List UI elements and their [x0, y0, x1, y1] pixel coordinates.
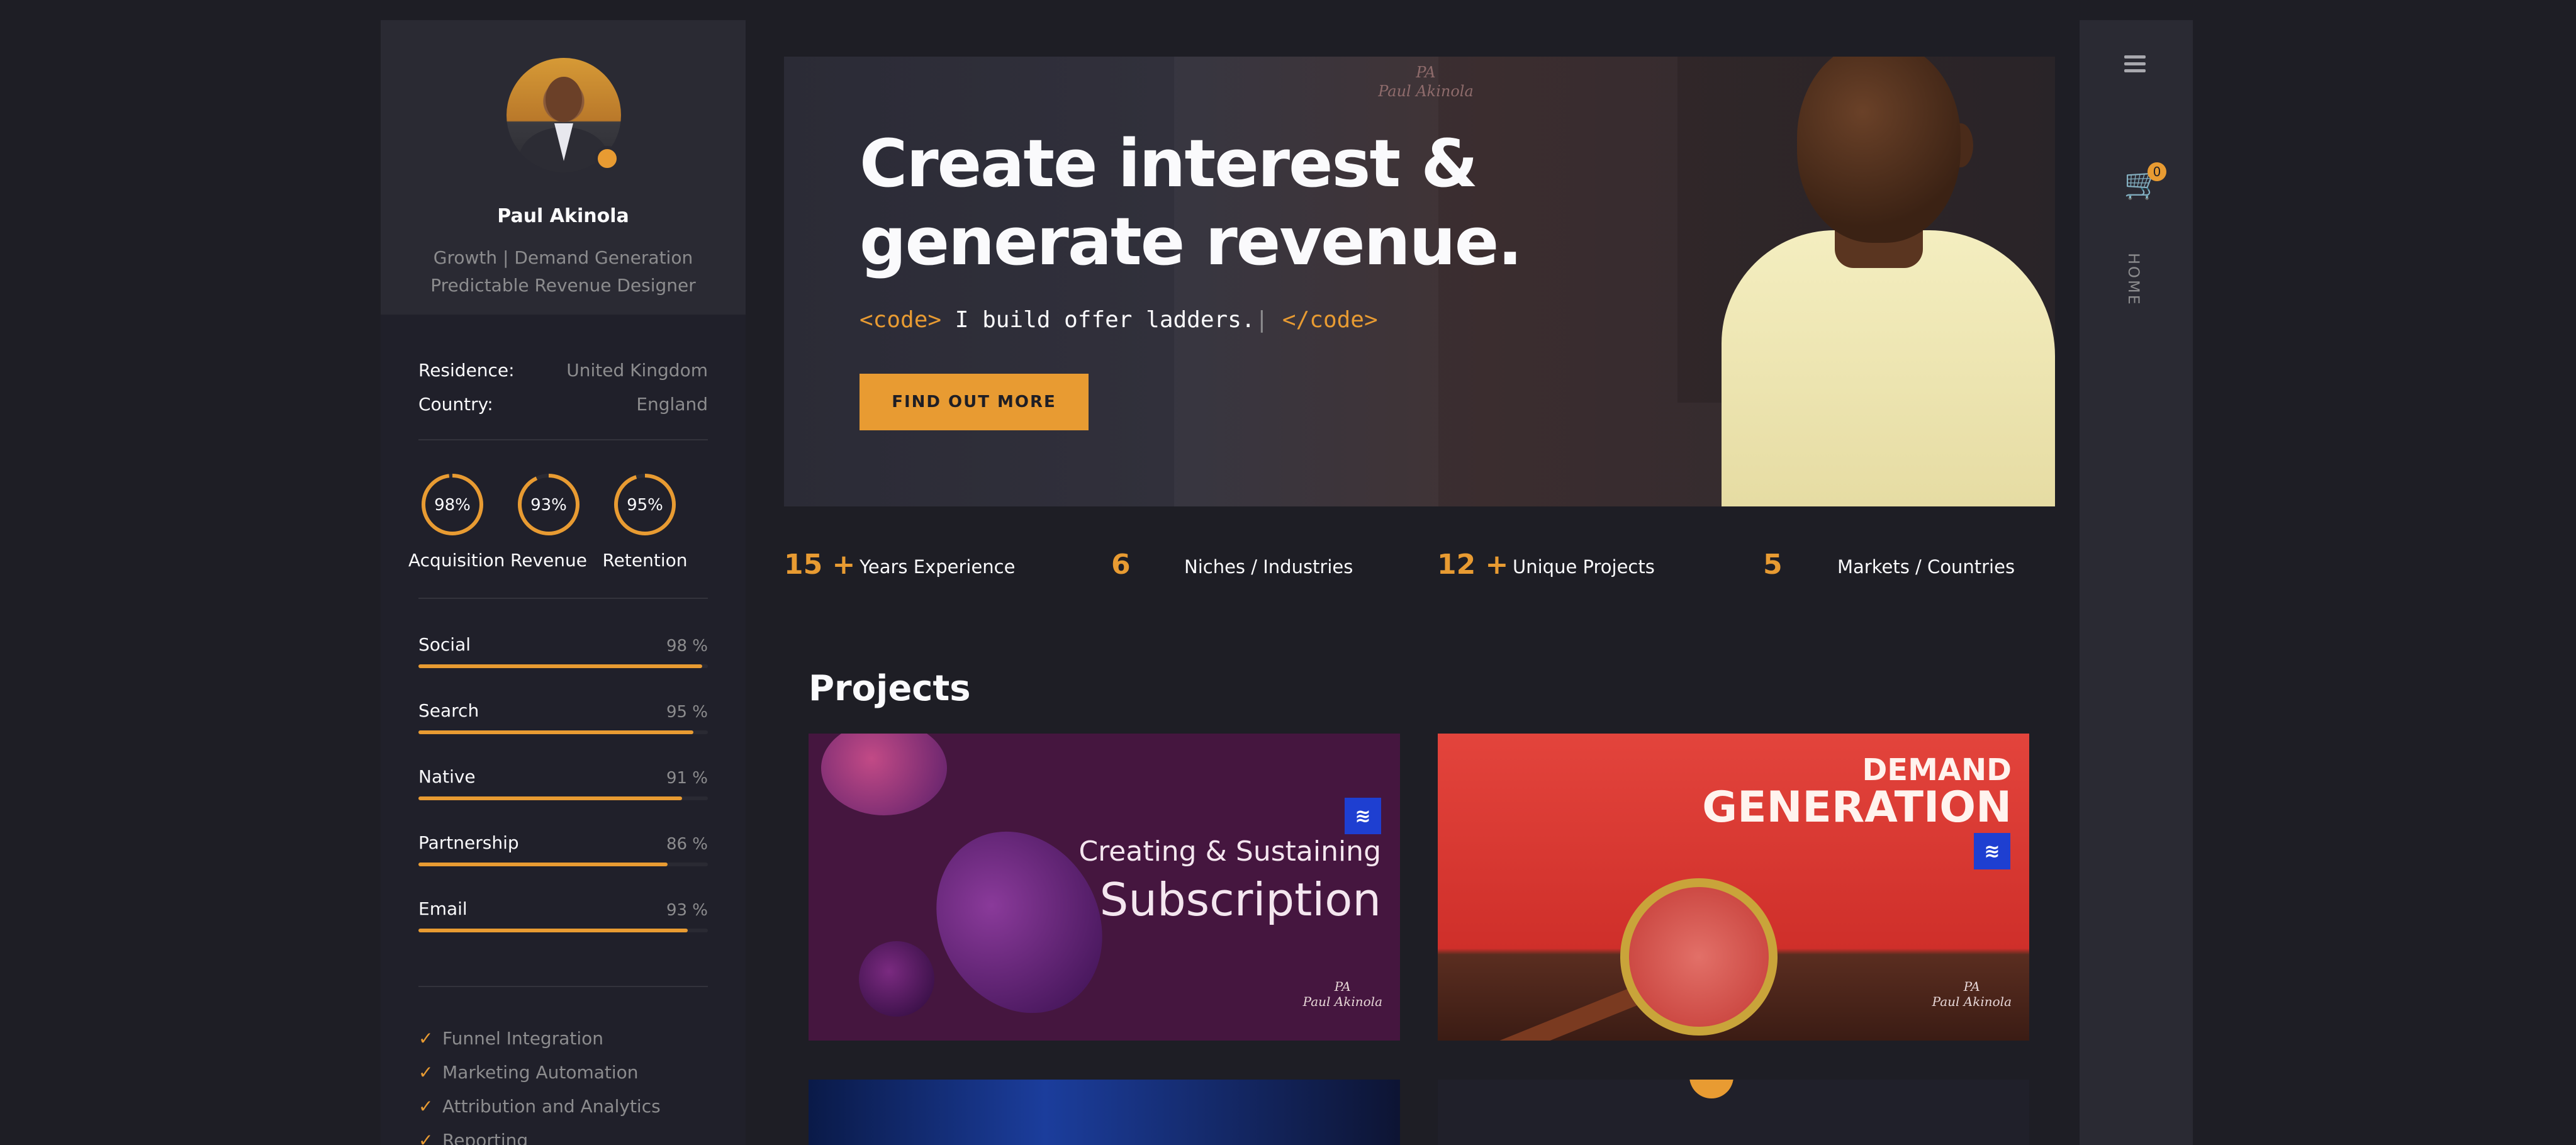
circle-revenue: 93% Revenue [505, 472, 593, 571]
skill-bar-fill [418, 796, 682, 800]
residence-label: Residence: [418, 360, 515, 381]
circle-value: 98% [434, 496, 471, 515]
find-out-more-button[interactable]: FIND OUT MORE [860, 374, 1089, 430]
circle-value: 95% [627, 496, 663, 515]
signature-logo: PA Paul Akinola [1932, 979, 2012, 1009]
circle-label: Revenue [510, 550, 587, 571]
circle-label: Retention [602, 550, 688, 571]
stats-row: 15 + Years Experience 6 Niches / Industr… [784, 549, 2015, 581]
profile-name: Paul Akinola [497, 205, 629, 227]
skill-bar-fill [418, 730, 693, 734]
divider [418, 986, 708, 987]
profile-role: Growth | Demand Generation Predictable R… [430, 247, 696, 296]
brand-logo: PA Paul Akinola [1378, 64, 1474, 100]
brand-icon: ≋ [1345, 798, 1381, 834]
hero-headline: Create interest & generate revenue. [860, 125, 1523, 280]
main-content: PA Paul Akinola Create interest & genera… [746, 20, 2080, 1145]
online-status-dot [595, 146, 620, 171]
right-rail: 🛒 0 HOME [2080, 20, 2193, 1145]
project-card-demand-generation[interactable]: DEMAND GENERATION ≋ PA Paul Akinola [1438, 734, 2029, 1041]
residence-value: United Kingdom [566, 360, 708, 381]
skill-bar-fill [418, 664, 702, 668]
magnifier-icon [1620, 878, 1778, 1036]
circle-value: 93% [530, 496, 567, 515]
page-frame: Paul Akinola Growth | Demand Generation … [381, 20, 2193, 1145]
skill-partnership: Partnership 86 % [418, 832, 708, 870]
hamburger-icon[interactable] [2124, 55, 2146, 76]
divider [418, 439, 708, 440]
skill-bar [418, 796, 708, 800]
skill-bar [418, 730, 708, 734]
sidebar: Paul Akinola Growth | Demand Generation … [381, 20, 746, 1145]
divider [418, 598, 708, 599]
skill-bar [418, 863, 708, 866]
check-icon: ✓ [418, 1028, 434, 1049]
checklist-item: ✓ Attribution and Analytics [418, 1096, 661, 1117]
signature-logo: PA Paul Akinola [1302, 979, 1382, 1009]
check-icon: ✓ [418, 1096, 434, 1117]
cart-count-badge: 0 [2148, 162, 2166, 181]
nav-home[interactable]: HOME [2125, 253, 2142, 306]
project-card[interactable] [1438, 1080, 2029, 1145]
check-icon: ✓ [418, 1130, 434, 1145]
skill-social: Social 98 % [418, 634, 708, 672]
skill-bar-fill [418, 929, 688, 932]
circle-label: Acquisition [408, 550, 505, 571]
country-value: England [636, 394, 708, 415]
skill-search: Search 95 % [418, 700, 708, 738]
project-card[interactable] [809, 1080, 1400, 1145]
checklist-item: ✓ Marketing Automation [418, 1062, 639, 1083]
brand-icon: ≋ [1974, 833, 2010, 869]
hero-portrait [1722, 57, 2055, 506]
profile-card: Paul Akinola Growth | Demand Generation … [381, 20, 746, 315]
checklist-item: ✓ Funnel Integration [418, 1028, 604, 1049]
project-card-subscription[interactable]: ≋ Creating & Sustaining Subscription PA … [809, 734, 1400, 1041]
skill-native: Native 91 % [418, 766, 708, 804]
country-label: Country: [418, 394, 493, 415]
check-icon: ✓ [418, 1062, 434, 1083]
hero-banner: PA Paul Akinola Create interest & genera… [784, 57, 2055, 506]
projects-heading: Projects [809, 668, 971, 709]
checklist-item: ✓ Reporting [418, 1130, 528, 1145]
skill-bar [418, 929, 708, 932]
typed-tagline: <code> I build offer ladders.| </code> [860, 307, 1378, 333]
circle-retention: 95% Retention [601, 472, 689, 571]
skill-email: Email 93 % [418, 898, 708, 936]
skill-bar [418, 664, 708, 668]
skill-bar-fill [418, 863, 668, 866]
circle-acquisition: 98% Acquisition [408, 472, 505, 571]
